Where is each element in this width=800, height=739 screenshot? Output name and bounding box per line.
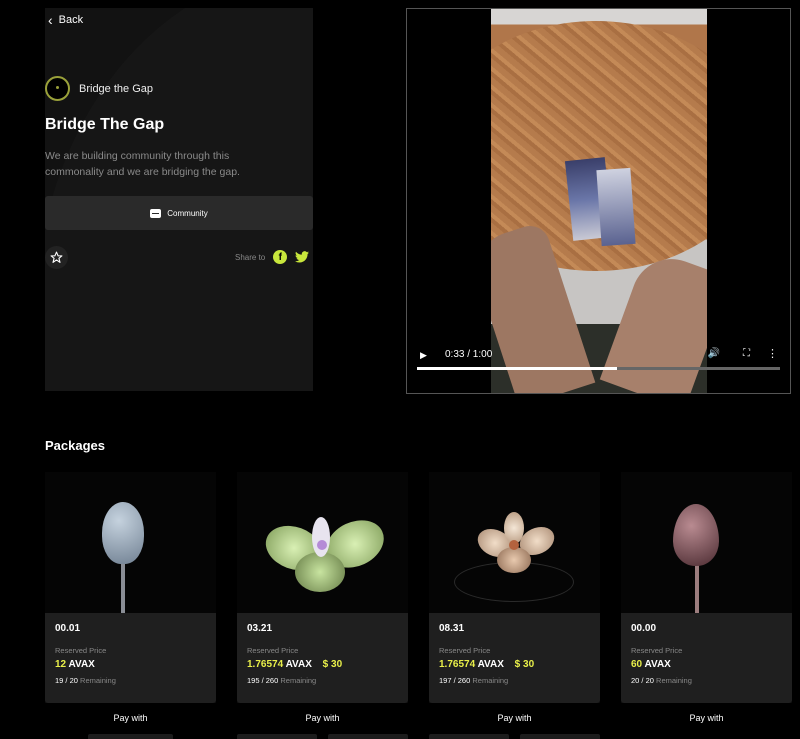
share-group: Share to f [235, 250, 310, 264]
payment-option-button[interactable] [520, 734, 600, 739]
back-label: Back [58, 14, 84, 26]
package-image [237, 472, 408, 613]
package-price: 1.76574 AVAX $ 30 [439, 659, 535, 670]
pay-with-label: Pay with [305, 713, 340, 723]
reserved-price-label: Reserved Price [55, 646, 107, 655]
package-card[interactable]: 08.31 Reserved Price 1.76574 AVAX $ 30 1… [429, 472, 600, 703]
pay-with-label: Pay with [113, 713, 148, 723]
reserved-price-label: Reserved Price [247, 646, 299, 655]
package-remaining: 195 / 260 Remaining [247, 676, 317, 685]
back-button[interactable]: ‹ Back [48, 13, 83, 27]
package-info: 08.31 Reserved Price 1.76574 AVAX $ 30 1… [429, 613, 600, 703]
play-icon[interactable]: ▶ [420, 350, 427, 361]
package-number: 00.01 [55, 623, 81, 634]
package-remaining: 19 / 20 Remaining [55, 676, 116, 685]
page-title: Bridge The Gap [45, 116, 165, 133]
package-price: 1.76574 AVAX $ 30 [247, 659, 343, 670]
package-number: 08.31 [439, 623, 465, 634]
video-progress-fill [417, 367, 617, 370]
project-description: We are building community through this c… [45, 150, 240, 178]
community-button[interactable]: Community [45, 196, 313, 230]
package-card[interactable]: 00.00 Reserved Price 60 AVAX 20 / 20 Rem… [621, 472, 792, 703]
video-time: 0:33 / 1:00 [445, 349, 493, 360]
reserved-price-label: Reserved Price [631, 646, 683, 655]
package-number: 00.00 [631, 623, 657, 634]
twitter-icon[interactable] [295, 251, 310, 263]
package-image [45, 472, 216, 613]
more-options-icon[interactable]: ⋮ [767, 347, 778, 360]
package-image [429, 472, 600, 613]
package-price: 12 AVAX [55, 659, 95, 670]
star-icon [50, 251, 63, 263]
favorite-button[interactable] [45, 246, 68, 269]
payment-option-button[interactable] [237, 734, 317, 739]
brand-name: Bridge the Gap [79, 82, 153, 95]
video-progress-bar[interactable] [417, 367, 780, 370]
volume-icon[interactable]: 🔊 [708, 348, 720, 359]
package-price: 60 AVAX [631, 659, 671, 670]
packages-heading: Packages [45, 438, 105, 453]
chevron-left-icon: ‹ [48, 12, 53, 28]
pay-with-label: Pay with [689, 713, 724, 723]
payment-option-button[interactable] [88, 734, 173, 739]
package-remaining: 20 / 20 Remaining [631, 676, 692, 685]
video-frame [491, 9, 707, 393]
package-info: 00.01 Reserved Price 12 AVAX 19 / 20 Rem… [45, 613, 216, 703]
package-info: 00.00 Reserved Price 60 AVAX 20 / 20 Rem… [621, 613, 792, 703]
reserved-price-label: Reserved Price [439, 646, 491, 655]
fullscreen-icon[interactable]: ⛶ [743, 348, 750, 359]
package-card[interactable]: 03.21 Reserved Price 1.76574 AVAX $ 30 1… [237, 472, 408, 703]
video-controls: ▶ 0:33 / 1:00 🔊 ⛶ ⋮ [417, 345, 780, 381]
chat-icon [150, 208, 162, 218]
package-card[interactable]: 00.01 Reserved Price 12 AVAX 19 / 20 Rem… [45, 472, 216, 703]
payment-option-button[interactable] [429, 734, 509, 739]
pay-with-label: Pay with [497, 713, 532, 723]
package-remaining: 197 / 260 Remaining [439, 676, 509, 685]
video-player[interactable]: ▶ 0:33 / 1:00 🔊 ⛶ ⋮ [406, 8, 791, 394]
facebook-icon[interactable]: f [273, 250, 288, 264]
brand[interactable]: Bridge the Gap [45, 76, 153, 101]
package-info: 03.21 Reserved Price 1.76574 AVAX $ 30 1… [237, 613, 408, 703]
share-label: Share to [235, 252, 266, 262]
community-label: Community [167, 208, 208, 218]
package-image [621, 472, 792, 613]
package-number: 03.21 [247, 623, 273, 634]
payment-option-button[interactable] [328, 734, 408, 739]
avatar [45, 76, 70, 101]
